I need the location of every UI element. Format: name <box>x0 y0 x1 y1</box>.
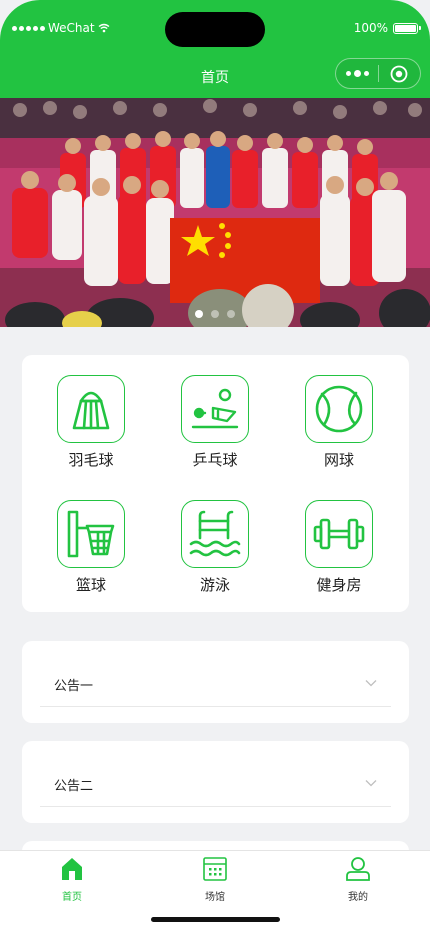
camera-notch <box>165 12 265 47</box>
divider <box>40 706 391 707</box>
category-label: 乒乓球 <box>192 451 238 469</box>
category-gym[interactable]: 健身房 <box>289 500 389 595</box>
dumbbell-icon <box>305 500 373 568</box>
chevron-down-icon <box>365 780 377 787</box>
category-badminton[interactable]: 羽毛球 <box>41 375 141 470</box>
category-label: 羽毛球 <box>68 451 114 469</box>
divider <box>40 806 391 807</box>
home-icon <box>62 858 82 880</box>
tab-venues[interactable]: 场馆 <box>165 856 265 903</box>
category-label: 网球 <box>323 451 354 469</box>
tab-home[interactable]: 首页 <box>22 856 122 903</box>
status-left: WeChat <box>12 21 110 35</box>
status-bar: WeChat 100% <box>0 0 430 58</box>
swimming-pool-icon <box>181 500 249 568</box>
category-basketball[interactable]: 篮球 <box>41 500 141 595</box>
chevron-down-icon <box>365 680 377 687</box>
carousel-dot[interactable] <box>227 310 235 318</box>
signal-icon <box>12 25 45 31</box>
banner-carousel[interactable] <box>0 98 430 327</box>
category-tennis[interactable]: 网球 <box>289 375 389 470</box>
category-label: 游泳 <box>199 576 230 594</box>
category-label: 篮球 <box>75 576 106 594</box>
shuttlecock-icon <box>57 375 125 443</box>
ping-pong-icon <box>181 375 249 443</box>
sports-category-grid: 羽毛球 乒乓球 网球 篮球 游泳 健身房 <box>22 355 409 612</box>
tab-profile[interactable]: 我的 <box>308 856 408 903</box>
category-label: 健身房 <box>316 576 362 594</box>
category-table-tennis[interactable]: 乒乓球 <box>165 375 265 470</box>
close-mini-program-button[interactable] <box>379 59 420 88</box>
carousel-dot[interactable] <box>195 310 203 318</box>
user-icon <box>346 857 370 881</box>
notice-item[interactable]: 公告一 <box>22 641 409 723</box>
tab-label: 首页 <box>62 892 82 903</box>
category-swimming[interactable]: 游泳 <box>165 500 265 595</box>
notice-title: 公告二 <box>54 779 94 794</box>
target-close-icon <box>391 65 408 82</box>
home-indicator <box>151 917 280 922</box>
battery-icon <box>393 22 421 34</box>
tab-label: 场馆 <box>205 892 225 903</box>
mini-program-capsule <box>335 58 421 89</box>
carousel-dot[interactable] <box>211 310 219 318</box>
team-photo-banner <box>0 98 430 327</box>
battery-percent: 100% <box>353 21 388 35</box>
more-menu-button[interactable] <box>336 59 378 88</box>
navigation-bar: 首页 <box>0 58 430 98</box>
carousel-indicator <box>0 310 430 318</box>
tab-label: 我的 <box>348 892 368 903</box>
notice-item[interactable]: 公告二 <box>22 741 409 823</box>
notice-title: 公告一 <box>54 679 94 694</box>
basketball-icon <box>57 500 125 568</box>
wifi-icon <box>98 23 110 33</box>
carrier-name: WeChat <box>48 21 95 35</box>
status-right: 100% <box>353 21 421 35</box>
tennis-ball-icon <box>305 375 373 443</box>
venue-calendar-icon <box>203 857 227 881</box>
